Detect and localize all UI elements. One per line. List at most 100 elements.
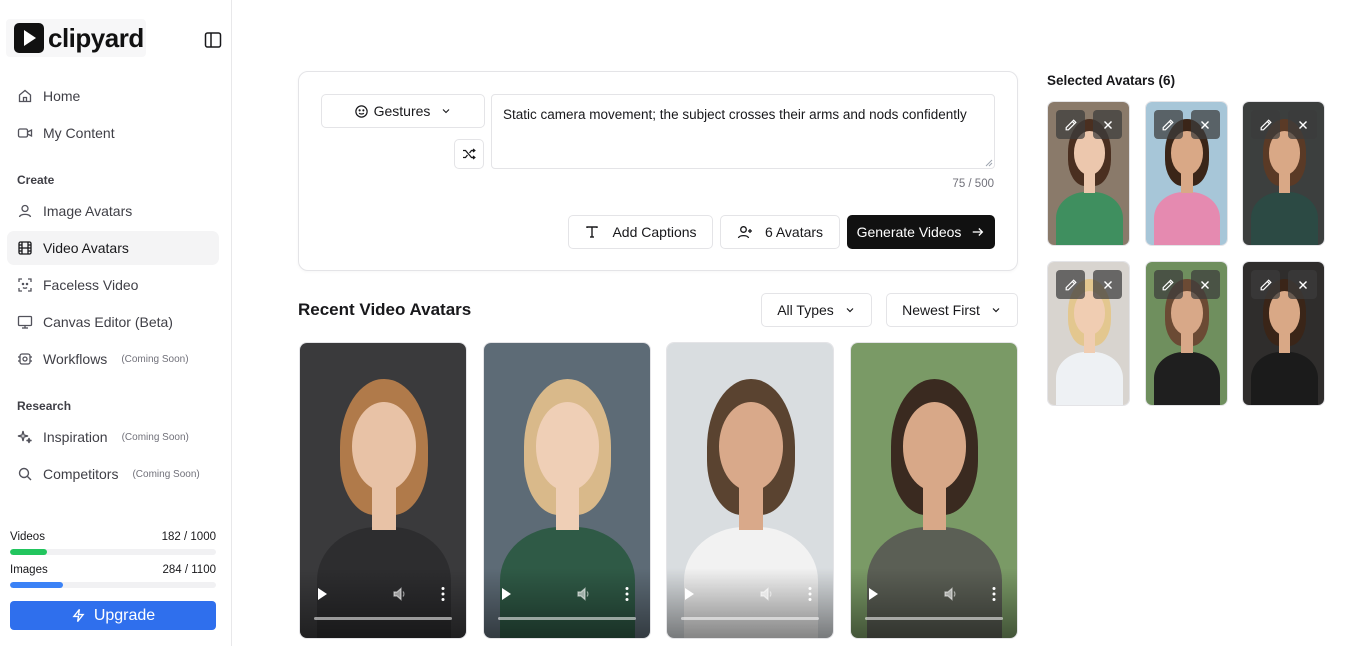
images-usage: Images 284 / 1100 bbox=[10, 564, 216, 576]
video-controls-overlay bbox=[850, 568, 1017, 638]
video-progress-bar[interactable] bbox=[681, 617, 819, 620]
video-progress-bar[interactable] bbox=[314, 617, 452, 620]
section-label-create: Create bbox=[17, 173, 55, 187]
remove-avatar-button[interactable] bbox=[1190, 110, 1220, 139]
film-icon bbox=[18, 241, 32, 255]
volume-icon[interactable] bbox=[576, 586, 592, 602]
edit-avatar-button[interactable] bbox=[1153, 110, 1183, 139]
sidebar-item-label: Home bbox=[43, 88, 81, 104]
video-card[interactable] bbox=[482, 342, 651, 639]
videos-usage: Videos 182 / 1000 bbox=[10, 531, 216, 543]
sidebar-item-workflows[interactable]: Workflows (Coming Soon) bbox=[7, 342, 219, 376]
close-icon bbox=[1298, 120, 1307, 129]
play-icon[interactable] bbox=[501, 588, 511, 600]
sidebar-item-my-content[interactable]: My Content bbox=[7, 116, 219, 150]
video-controls-overlay bbox=[667, 568, 833, 638]
play-icon[interactable] bbox=[868, 588, 878, 600]
add-captions-label: Add Captions bbox=[612, 224, 697, 240]
pencil-icon bbox=[1065, 278, 1077, 290]
upgrade-button[interactable]: Upgrade bbox=[10, 601, 216, 630]
video-card[interactable] bbox=[849, 342, 1018, 639]
avatars-count-label: 6 Avatars bbox=[764, 224, 824, 240]
video-camera-icon bbox=[17, 128, 33, 138]
sort-dropdown[interactable]: Newest First bbox=[886, 293, 1018, 327]
remove-avatar-button[interactable] bbox=[1288, 110, 1317, 139]
more-options-icon[interactable] bbox=[808, 586, 812, 602]
more-options-icon[interactable] bbox=[441, 586, 445, 602]
close-icon bbox=[1298, 280, 1307, 289]
sidebar-item-label: Image Avatars bbox=[43, 203, 133, 219]
sidebar-item-label: Inspiration bbox=[43, 429, 108, 445]
remove-avatar-button[interactable] bbox=[1093, 270, 1122, 299]
sidebar-item-canvas-editor[interactable]: Canvas Editor (Beta) bbox=[7, 305, 219, 339]
add-captions-button[interactable]: Add Captions bbox=[568, 215, 713, 249]
sidebar-item-label: Workflows bbox=[43, 351, 108, 367]
edit-avatar-button[interactable] bbox=[1251, 110, 1280, 139]
sidebar-item-video-avatars[interactable]: Video Avatars bbox=[7, 231, 219, 265]
sidebar-item-home[interactable]: Home bbox=[7, 79, 219, 113]
workflow-icon bbox=[18, 353, 32, 365]
upgrade-label: Upgrade bbox=[93, 606, 156, 624]
images-usage-fill bbox=[10, 582, 64, 588]
play-icon[interactable] bbox=[685, 588, 694, 600]
sidebar-item-faceless-video[interactable]: Faceless Video bbox=[7, 268, 219, 302]
sidebar-toggle-icon[interactable] bbox=[203, 30, 223, 50]
more-options-icon[interactable] bbox=[992, 586, 996, 602]
more-options-icon[interactable] bbox=[625, 586, 629, 602]
selected-avatar-card[interactable] bbox=[1047, 101, 1130, 246]
pencil-icon bbox=[1065, 118, 1077, 130]
selected-avatar-card[interactable] bbox=[1242, 261, 1325, 406]
volume-icon[interactable] bbox=[943, 586, 959, 602]
prompt-input[interactable]: Static camera movement; the subject cros… bbox=[491, 94, 995, 169]
edit-avatar-button[interactable] bbox=[1251, 270, 1280, 299]
face-scan-icon bbox=[18, 278, 32, 292]
video-progress-bar[interactable] bbox=[864, 617, 1003, 620]
remove-avatar-button[interactable] bbox=[1190, 270, 1220, 299]
images-usage-label: Images bbox=[10, 564, 48, 576]
video-progress-bar[interactable] bbox=[497, 617, 636, 620]
selected-avatar-card[interactable] bbox=[1144, 101, 1228, 246]
resize-grip-icon[interactable] bbox=[985, 159, 993, 167]
sidebar-item-label: Video Avatars bbox=[43, 240, 129, 256]
video-card[interactable] bbox=[299, 342, 467, 639]
edit-avatar-button[interactable] bbox=[1153, 270, 1183, 299]
generate-videos-button[interactable]: Generate Videos bbox=[847, 215, 995, 249]
remove-avatar-button[interactable] bbox=[1288, 270, 1317, 299]
sidebar-item-inspiration[interactable]: Inspiration (Coming Soon) bbox=[7, 420, 219, 454]
videos-usage-label: Videos bbox=[10, 531, 45, 543]
edit-avatar-button[interactable] bbox=[1056, 110, 1085, 139]
type-filter-dropdown[interactable]: All Types bbox=[761, 293, 872, 327]
selected-avatar-card[interactable] bbox=[1242, 101, 1325, 246]
shuffle-icon bbox=[463, 148, 476, 160]
edit-avatar-button[interactable] bbox=[1056, 270, 1085, 299]
avatars-count-button[interactable]: 6 Avatars bbox=[720, 215, 840, 249]
smile-icon bbox=[354, 104, 368, 118]
coming-soon-badge: (Coming Soon) bbox=[132, 468, 200, 480]
logo-text: clipyard bbox=[48, 22, 144, 53]
sparkles-icon bbox=[17, 430, 32, 444]
logo[interactable]: clipyard bbox=[6, 19, 146, 57]
sidebar-item-label: My Content bbox=[43, 125, 115, 141]
chevron-down-icon bbox=[443, 109, 450, 114]
add-user-icon bbox=[737, 226, 752, 239]
shuffle-button[interactable] bbox=[454, 139, 484, 169]
videos-usage-fill bbox=[10, 549, 48, 555]
close-icon bbox=[1103, 120, 1112, 129]
recent-video-avatars-title: Recent Video Avatars bbox=[298, 300, 472, 319]
sidebar-item-image-avatars[interactable]: Image Avatars bbox=[7, 194, 219, 228]
video-controls-overlay bbox=[300, 568, 466, 638]
search-icon bbox=[18, 467, 32, 481]
volume-icon[interactable] bbox=[392, 586, 408, 602]
remove-avatar-button[interactable] bbox=[1093, 110, 1122, 139]
char-count: 75 / 500 bbox=[952, 178, 994, 190]
play-icon[interactable] bbox=[318, 588, 327, 600]
video-card[interactable] bbox=[666, 342, 834, 639]
gestures-label: Gestures bbox=[373, 103, 431, 119]
selected-avatar-card[interactable] bbox=[1047, 261, 1130, 406]
gestures-dropdown[interactable]: Gestures bbox=[321, 94, 485, 128]
volume-icon[interactable] bbox=[759, 586, 775, 602]
selected-avatar-card[interactable] bbox=[1144, 261, 1228, 406]
sidebar-item-competitors[interactable]: Competitors (Coming Soon) bbox=[7, 457, 219, 491]
coming-soon-badge: (Coming Soon) bbox=[121, 353, 189, 365]
pencil-icon bbox=[1260, 278, 1272, 290]
